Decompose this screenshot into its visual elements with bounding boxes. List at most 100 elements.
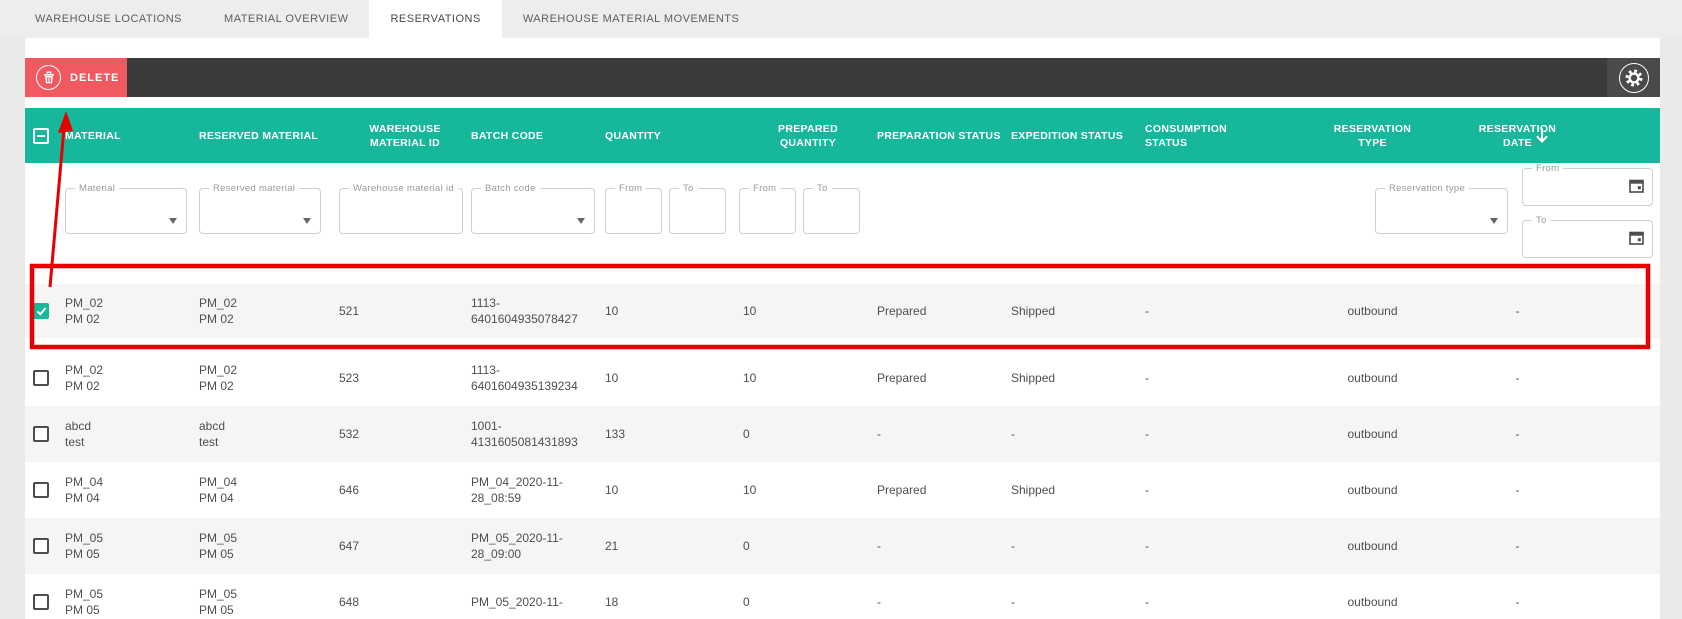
cell-reservation_type: outbound bbox=[1300, 426, 1445, 442]
header-reserved_material[interactable]: RESERVED MATERIAL bbox=[199, 129, 339, 143]
cell-text: Prepared bbox=[877, 304, 927, 318]
filter-batch-code-label: Batch code bbox=[481, 183, 540, 194]
filter-prepared-from-label: From bbox=[749, 183, 781, 194]
cell-expedition_status: Shipped bbox=[1011, 482, 1145, 498]
row-checkbox[interactable] bbox=[33, 482, 49, 498]
filter-warehouse-material-id-label: Warehouse material id bbox=[349, 183, 458, 194]
table-row[interactable]: PM_02 PM 02 PM_02 PM 02 523 1113- 640160493513… bbox=[25, 350, 1660, 406]
cell-text: PM 05 bbox=[65, 603, 100, 617]
header-warehouse_material_id[interactable]: WAREHOUSE MATERIAL ID bbox=[339, 122, 471, 150]
sort-descending-icon[interactable] bbox=[1536, 127, 1548, 144]
cell-material: PM_05 PM 05 bbox=[65, 586, 199, 618]
table-row[interactable]: PM_04 PM 04 PM_04 PM 04 646 PM_04_2020-11- 28_… bbox=[25, 462, 1660, 518]
calendar-icon[interactable] bbox=[1629, 179, 1644, 193]
filter-batch-code-select[interactable]: Batch code bbox=[471, 183, 595, 234]
cell-preparation_status: - bbox=[877, 426, 1011, 442]
tab-material-overview[interactable]: MATERIAL OVERVIEW bbox=[203, 0, 369, 38]
table-row[interactable]: PM_05 PM 05 PM_05 PM 05 647 PM_05_2020-11- 28_… bbox=[25, 518, 1660, 574]
header-label: PREPARED bbox=[778, 122, 838, 135]
action-toolbar: DELETE bbox=[25, 58, 1660, 97]
table-row[interactable]: abcd test abcd test 532 1001- 4131605081431893… bbox=[25, 406, 1660, 462]
header-label: DATE bbox=[1502, 136, 1532, 149]
row-checkbox[interactable] bbox=[33, 594, 49, 610]
header-batch_code[interactable]: BATCH CODE bbox=[471, 129, 605, 143]
tab-reservations[interactable]: RESERVATIONS bbox=[369, 0, 502, 38]
filter-warehouse-material-id-input[interactable]: Warehouse material id bbox=[339, 183, 463, 234]
filter-reservation-type-select[interactable]: Reservation type bbox=[1375, 183, 1508, 234]
filter-date-from-label: From bbox=[1532, 163, 1564, 174]
cell-reservation_date: - bbox=[1445, 370, 1590, 386]
header-preparation_status[interactable]: PREPARATION STATUS bbox=[877, 129, 1011, 143]
cell-text: - bbox=[1515, 371, 1520, 385]
cell-text: PM 05 bbox=[199, 547, 234, 561]
delete-button[interactable]: DELETE bbox=[25, 58, 127, 97]
filter-quantity-to-input[interactable]: To bbox=[669, 183, 726, 234]
cell-text: PM 02 bbox=[199, 379, 234, 393]
cell-text: - bbox=[1515, 427, 1520, 441]
cell-quantity: 10 bbox=[605, 482, 739, 498]
cell-text: - bbox=[1145, 304, 1149, 318]
filter-prepared-from-input[interactable]: From bbox=[739, 183, 796, 234]
select-all-checkbox[interactable] bbox=[33, 127, 49, 144]
cell-text: PM_05 bbox=[199, 531, 238, 545]
cell-quantity: 21 bbox=[605, 538, 739, 554]
calendar-icon[interactable] bbox=[1629, 231, 1644, 245]
filter-quantity-from-input[interactable]: From bbox=[605, 183, 662, 234]
filter-date-from-input[interactable]: From bbox=[1522, 163, 1653, 206]
cell-expedition_status: Shipped bbox=[1011, 370, 1145, 386]
header-label: PREPARATION STATUS bbox=[877, 129, 1001, 142]
cell-text: 0 bbox=[743, 595, 750, 609]
row-checkbox[interactable] bbox=[33, 426, 49, 442]
header-expedition_status[interactable]: EXPEDITION STATUS bbox=[1011, 129, 1145, 143]
settings-button[interactable] bbox=[1607, 58, 1660, 97]
filter-reserved-material-label: Reserved material bbox=[209, 183, 300, 194]
header-reservation_type[interactable]: RESERVATION TYPE bbox=[1300, 122, 1445, 150]
header-label: WAREHOUSE bbox=[369, 122, 441, 135]
tab-bar: WAREHOUSE LOCATIONS MATERIAL OVERVIEW RE… bbox=[0, 0, 1682, 38]
tab-warehouse-material-movements[interactable]: WAREHOUSE MATERIAL MOVEMENTS bbox=[502, 0, 761, 38]
header-prepared_quantity[interactable]: PREPARED QUANTITY bbox=[739, 122, 877, 150]
row-checkbox[interactable] bbox=[33, 303, 49, 319]
cell-warehouse_material_id: 647 bbox=[339, 538, 471, 554]
row-checkbox[interactable] bbox=[33, 538, 49, 554]
cell-reserved_material: PM_02 PM 02 bbox=[199, 362, 339, 394]
cell-expedition_status: - bbox=[1011, 426, 1145, 442]
table-row[interactable]: PM_02 PM 02 PM_02 PM 02 521 1113- 640160493507… bbox=[25, 284, 1660, 338]
header-quantity[interactable]: QUANTITY bbox=[605, 129, 739, 143]
header-label: QUANTITY bbox=[779, 136, 837, 149]
header-reservation_date[interactable]: RESERVATION DATE bbox=[1445, 122, 1590, 150]
cell-text: 10 bbox=[605, 304, 619, 318]
cell-expedition_status: - bbox=[1011, 538, 1145, 554]
cell-warehouse_material_id: 532 bbox=[339, 426, 471, 442]
cell-text: 1113- bbox=[471, 296, 500, 310]
reservations-panel: DELETE MATERIAL RESERVED MATERIAL WAREHO… bbox=[25, 38, 1660, 619]
cell-text: - bbox=[1145, 539, 1149, 553]
cell-reserved_material: abcd test bbox=[199, 418, 339, 450]
header-consumption_status[interactable]: CONSUMPTION STATUS bbox=[1145, 122, 1300, 150]
cell-material: abcd test bbox=[65, 418, 199, 450]
header-material[interactable]: MATERIAL bbox=[65, 129, 199, 143]
cell-prepared_quantity: 0 bbox=[739, 594, 877, 610]
tab-warehouse-locations[interactable]: WAREHOUSE LOCATIONS bbox=[14, 0, 203, 38]
cell-reservation_type: outbound bbox=[1300, 370, 1445, 386]
row-checkbox-cell bbox=[25, 370, 65, 386]
cell-reservation_type: outbound bbox=[1300, 538, 1445, 554]
filter-prepared-to-input[interactable]: To bbox=[803, 183, 860, 234]
filter-reserved-material-select[interactable]: Reserved material bbox=[199, 183, 321, 234]
cell-text: - bbox=[1145, 371, 1149, 385]
cell-reservation_date: - bbox=[1445, 594, 1590, 610]
cell-text: Prepared bbox=[877, 483, 927, 497]
cell-text: PM_05 bbox=[65, 587, 104, 601]
cell-reserved_material: PM_02 PM 02 bbox=[199, 295, 339, 327]
filter-material-select[interactable]: Material bbox=[65, 183, 187, 234]
cell-text: - bbox=[1011, 595, 1015, 609]
table-row[interactable]: PM_05 PM 05 PM_05 PM 05 648 PM_05_2020-11- 18 0… bbox=[25, 574, 1660, 619]
cell-text: PM_02 bbox=[65, 296, 104, 310]
filter-prepared-to-label: To bbox=[813, 183, 832, 194]
cell-text: - bbox=[877, 539, 881, 553]
app-root: { "tabs": [ {"label": "WAREHOUSE LOCATIO… bbox=[0, 0, 1682, 619]
filter-date-to-input[interactable]: To bbox=[1522, 215, 1653, 258]
cell-consumption_status: - bbox=[1145, 538, 1300, 554]
row-checkbox[interactable] bbox=[33, 370, 49, 386]
cell-reservation_date: - bbox=[1445, 426, 1590, 442]
